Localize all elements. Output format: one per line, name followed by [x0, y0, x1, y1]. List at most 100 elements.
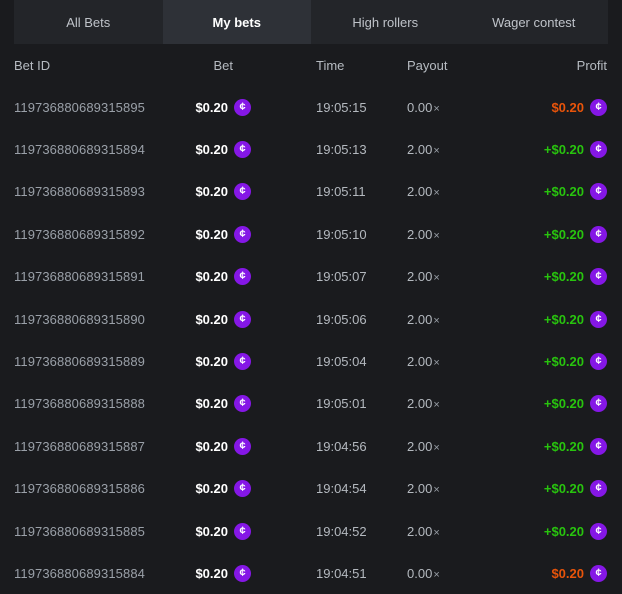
payout-value: 2.00 [407, 142, 432, 157]
coin-icon: ¢ [234, 99, 251, 116]
bet-id-cell: 119736880689315894 [14, 142, 186, 157]
profit-amount: $0.20 [551, 566, 584, 581]
coin-icon: ¢ [590, 311, 607, 328]
table-row[interactable]: 119736880689315889 $0.20 ¢ 19:05:04 2.00… [0, 340, 622, 382]
coin-icon: ¢ [234, 438, 251, 455]
multiplier-sign: × [433, 315, 439, 327]
coin-icon: ¢ [590, 438, 607, 455]
bet-id-cell: 119736880689315886 [14, 481, 186, 496]
table-row[interactable]: 119736880689315892 $0.20 ¢ 19:05:10 2.00… [0, 213, 622, 255]
profit-cell: +$0.20 ¢ [491, 311, 607, 328]
column-header-time: Time [251, 58, 371, 73]
payout-value: 2.00 [407, 354, 432, 369]
table-row[interactable]: 119736880689315887 $0.20 ¢ 19:04:56 2.00… [0, 425, 622, 467]
table-row[interactable]: 119736880689315885 $0.20 ¢ 19:04:52 2.00… [0, 510, 622, 552]
payout-cell: 0.00× [371, 566, 491, 581]
payout-cell: 2.00× [371, 184, 491, 199]
profit-cell: +$0.20 ¢ [491, 523, 607, 540]
coin-icon: ¢ [590, 141, 607, 158]
payout-value: 2.00 [407, 524, 432, 539]
coin-icon: ¢ [590, 183, 607, 200]
time-cell: 19:05:11 [251, 184, 371, 199]
profit-cell: +$0.20 ¢ [491, 395, 607, 412]
profit-amount: +$0.20 [544, 481, 584, 496]
multiplier-sign: × [433, 484, 439, 496]
bet-amount: $0.20 [195, 354, 228, 369]
bet-id-cell: 119736880689315890 [14, 312, 186, 327]
column-header-payout: Payout [371, 58, 491, 73]
coin-icon: ¢ [590, 268, 607, 285]
bet-cell: $0.20 ¢ [186, 523, 251, 540]
bet-cell: $0.20 ¢ [186, 226, 251, 243]
coin-icon: ¢ [590, 480, 607, 497]
multiplier-sign: × [433, 569, 439, 581]
table-header: Bet ID Bet Time Payout Profit [0, 44, 622, 86]
payout-cell: 2.00× [371, 142, 491, 157]
time-cell: 19:04:52 [251, 524, 371, 539]
coin-icon: ¢ [590, 353, 607, 370]
profit-cell: +$0.20 ¢ [491, 268, 607, 285]
table-row[interactable]: 119736880689315894 $0.20 ¢ 19:05:13 2.00… [0, 128, 622, 170]
tab-my-bets[interactable]: My bets [163, 0, 312, 44]
bet-id-cell: 119736880689315887 [14, 439, 186, 454]
time-cell: 19:05:10 [251, 227, 371, 242]
bet-id-cell: 119736880689315888 [14, 396, 186, 411]
profit-cell: +$0.20 ¢ [491, 183, 607, 200]
coin-icon: ¢ [234, 311, 251, 328]
bet-id-cell: 119736880689315892 [14, 227, 186, 242]
payout-cell: 2.00× [371, 524, 491, 539]
coin-icon: ¢ [234, 226, 251, 243]
multiplier-sign: × [433, 103, 439, 115]
profit-amount: +$0.20 [544, 184, 584, 199]
bet-id-cell: 119736880689315893 [14, 184, 186, 199]
payout-cell: 2.00× [371, 396, 491, 411]
profit-cell: +$0.20 ¢ [491, 226, 607, 243]
table-row[interactable]: 119736880689315891 $0.20 ¢ 19:05:07 2.00… [0, 256, 622, 298]
table-row[interactable]: 119736880689315886 $0.20 ¢ 19:04:54 2.00… [0, 468, 622, 510]
tab-wager-contest[interactable]: Wager contest [460, 0, 609, 44]
bet-amount: $0.20 [195, 227, 228, 242]
coin-icon: ¢ [234, 565, 251, 582]
payout-value: 0.00 [407, 100, 432, 115]
bet-cell: $0.20 ¢ [186, 141, 251, 158]
bet-amount: $0.20 [195, 100, 228, 115]
profit-amount: +$0.20 [544, 524, 584, 539]
bet-amount: $0.20 [195, 566, 228, 581]
bet-cell: $0.20 ¢ [186, 183, 251, 200]
payout-cell: 2.00× [371, 439, 491, 454]
time-cell: 19:04:54 [251, 481, 371, 496]
table-row[interactable]: 119736880689315893 $0.20 ¢ 19:05:11 2.00… [0, 171, 622, 213]
payout-cell: 2.00× [371, 354, 491, 369]
coin-icon: ¢ [234, 183, 251, 200]
table-row[interactable]: 119736880689315895 $0.20 ¢ 19:05:15 0.00… [0, 86, 622, 128]
bet-amount: $0.20 [195, 439, 228, 454]
table-row[interactable]: 119736880689315888 $0.20 ¢ 19:05:01 2.00… [0, 383, 622, 425]
bet-cell: $0.20 ¢ [186, 438, 251, 455]
table-row[interactable]: 119736880689315884 $0.20 ¢ 19:04:51 0.00… [0, 552, 622, 594]
bet-amount: $0.20 [195, 142, 228, 157]
multiplier-sign: × [433, 145, 439, 157]
table-row[interactable]: 119736880689315890 $0.20 ¢ 19:05:06 2.00… [0, 298, 622, 340]
coin-icon: ¢ [590, 226, 607, 243]
tab-label: My bets [213, 15, 261, 30]
bet-id-cell: 119736880689315885 [14, 524, 186, 539]
bet-cell: $0.20 ¢ [186, 395, 251, 412]
bet-cell: $0.20 ¢ [186, 480, 251, 497]
coin-icon: ¢ [590, 523, 607, 540]
time-cell: 19:04:51 [251, 566, 371, 581]
profit-cell: $0.20 ¢ [491, 99, 607, 116]
coin-icon: ¢ [234, 268, 251, 285]
profit-amount: +$0.20 [544, 142, 584, 157]
tab-high-rollers[interactable]: High rollers [311, 0, 460, 44]
profit-cell: +$0.20 ¢ [491, 480, 607, 497]
column-header-bet-id: Bet ID [14, 58, 186, 73]
tab-label: Wager contest [492, 15, 575, 30]
time-cell: 19:05:01 [251, 396, 371, 411]
tab-all-bets[interactable]: All Bets [14, 0, 163, 44]
multiplier-sign: × [433, 399, 439, 411]
profit-cell: +$0.20 ¢ [491, 141, 607, 158]
bet-id-cell: 119736880689315884 [14, 566, 186, 581]
multiplier-sign: × [433, 527, 439, 539]
profit-cell: +$0.20 ¢ [491, 353, 607, 370]
profit-cell: +$0.20 ¢ [491, 438, 607, 455]
